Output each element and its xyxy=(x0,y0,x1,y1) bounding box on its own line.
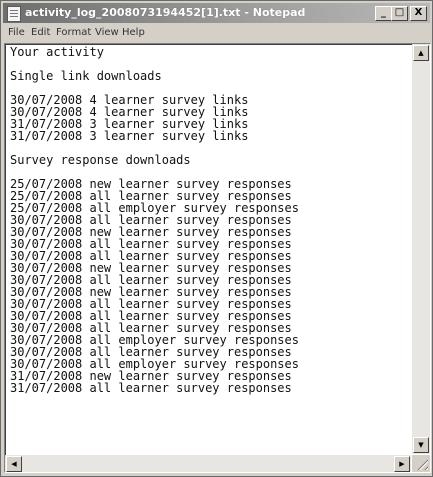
vertical-scrollbar[interactable]: ▲ ▼ xyxy=(412,44,430,454)
menu-file[interactable]: File xyxy=(8,27,25,38)
text-line: 31/07/2008 all learner survey responses xyxy=(10,381,292,395)
menu-format[interactable]: Format xyxy=(56,27,91,38)
notepad-window: activity_log_2008073194452[1].txt - Note… xyxy=(0,0,433,477)
scroll-down-button[interactable]: ▼ xyxy=(413,437,429,453)
menu-edit[interactable]: Edit xyxy=(31,27,50,38)
text-editor[interactable]: Your activity Single link downloads 30/07/… xyxy=(5,44,407,454)
resize-grip[interactable] xyxy=(412,455,430,472)
menu-view[interactable]: View xyxy=(95,27,119,38)
close-button[interactable]: X xyxy=(410,6,427,21)
scroll-up-button[interactable]: ▲ xyxy=(413,45,429,61)
text-line: Survey response downloads xyxy=(10,153,191,167)
menu-help[interactable]: Help xyxy=(122,27,145,38)
minimize-button[interactable]: _ xyxy=(375,6,392,21)
notepad-icon[interactable] xyxy=(7,6,21,22)
text-line: Your activity xyxy=(10,45,104,59)
scroll-left-button[interactable]: ◀ xyxy=(6,456,22,472)
scroll-right-button[interactable]: ▶ xyxy=(394,456,410,472)
text-line: 31/07/2008 3 learner survey links xyxy=(10,129,249,143)
text-line: Single link downloads xyxy=(10,69,162,83)
text-editor-frame: Your activity Single link downloads 30/07/… xyxy=(4,43,431,473)
horizontal-scrollbar[interactable]: ◀ ▶ xyxy=(5,455,411,472)
window-title: activity_log_2008073194452[1].txt - Note… xyxy=(25,6,306,19)
maximize-button[interactable]: □ xyxy=(391,6,408,21)
menu-bar: File Edit Format View Help xyxy=(3,24,430,42)
title-bar[interactable]: activity_log_2008073194452[1].txt - Note… xyxy=(3,3,430,23)
